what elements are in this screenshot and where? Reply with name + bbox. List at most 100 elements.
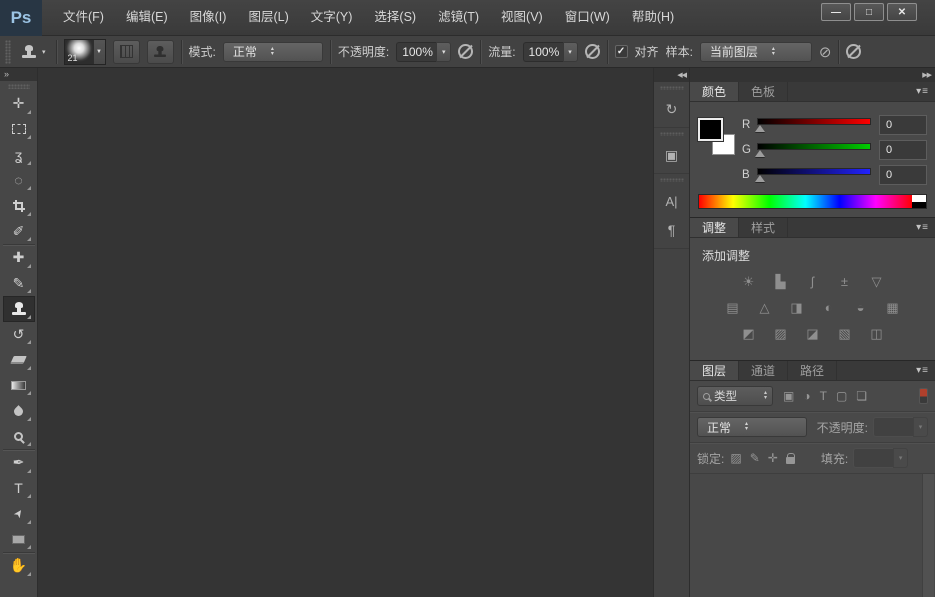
exposure-icon[interactable]: ±: [836, 274, 853, 289]
tab-paths[interactable]: 路径: [788, 361, 838, 380]
filter-image-icon[interactable]: ▣: [783, 389, 794, 403]
tab-adjustments[interactable]: 调整: [690, 218, 740, 237]
lock-transparent-pixels-icon[interactable]: ▨: [730, 451, 741, 465]
gradient-map-icon[interactable]: ▧: [836, 326, 853, 341]
opacity-dropdown-button[interactable]: [436, 41, 452, 62]
vibrance-icon[interactable]: ▽: [868, 274, 885, 289]
filter-smart-object-icon[interactable]: ❏: [856, 389, 867, 403]
photo-filter-icon[interactable]: ◐: [820, 300, 837, 315]
selective-color-icon[interactable]: ◫: [868, 326, 885, 341]
spot-healing-brush-tool[interactable]: ✚: [3, 245, 35, 271]
layers-scrollbar[interactable]: [922, 474, 934, 597]
rectangular-marquee-tool[interactable]: [3, 117, 35, 143]
panel-menu-icon[interactable]: ▾≡: [916, 82, 935, 101]
eraser-tool[interactable]: [3, 347, 35, 373]
layers-list[interactable]: [690, 474, 935, 597]
menu-window[interactable]: 窗口(W): [554, 0, 621, 35]
menu-filter[interactable]: 滤镜(T): [427, 0, 490, 35]
dodge-tool[interactable]: [3, 424, 35, 450]
type-tool[interactable]: T: [3, 476, 35, 502]
path-selection-tool[interactable]: ➤: [3, 501, 35, 527]
tab-swatches[interactable]: 色板: [739, 82, 789, 101]
invert-icon[interactable]: ◩: [740, 326, 757, 341]
maximize-button[interactable]: □: [854, 3, 884, 21]
flow-combo[interactable]: 100%: [522, 41, 578, 62]
sample-dropdown[interactable]: 当前图层: [699, 41, 812, 62]
slider-thumb[interactable]: [755, 124, 765, 132]
dock-grip[interactable]: [659, 86, 684, 90]
tab-color[interactable]: 颜色: [690, 82, 740, 101]
toggle-brush-panel-button[interactable]: [112, 39, 140, 64]
menu-image[interactable]: 图像(I): [179, 0, 238, 35]
hue-spectrum[interactable]: [699, 195, 912, 208]
dock-expand-button[interactable]: ◀◀: [654, 68, 689, 82]
color-spectrum-ramp[interactable]: [698, 194, 927, 209]
color-lookup-icon[interactable]: ▦: [884, 300, 901, 315]
character-panel-icon[interactable]: A|: [665, 191, 677, 211]
posterize-icon[interactable]: ▨: [772, 326, 789, 341]
pen-pressure-size-icon[interactable]: [846, 44, 862, 59]
aligned-checkbox[interactable]: ✓: [614, 45, 628, 58]
history-panel-icon[interactable]: ↻: [666, 99, 678, 119]
foreground-color-swatch[interactable]: [698, 118, 723, 141]
layer-blend-mode-dropdown[interactable]: 正常: [697, 417, 807, 437]
opacity-value[interactable]: 100%: [396, 41, 437, 62]
black-swatch[interactable]: [912, 201, 926, 208]
brush-tool[interactable]: ✎: [3, 271, 35, 297]
threshold-icon[interactable]: ◪: [804, 326, 821, 341]
color-balance-icon[interactable]: △: [756, 300, 773, 315]
toolbar-grip[interactable]: [7, 84, 30, 89]
menu-layer[interactable]: 图层(L): [237, 0, 299, 35]
layer-fill-value[interactable]: [853, 448, 894, 468]
tab-channels[interactable]: 通道: [739, 361, 789, 380]
panel-menu-icon[interactable]: ▾≡: [916, 361, 935, 380]
brush-preset-picker[interactable]: 21 ▼: [63, 38, 106, 65]
move-tool[interactable]: ✛: [3, 91, 35, 117]
lock-all-icon[interactable]: [785, 452, 795, 464]
layer-opacity-combo[interactable]: [873, 417, 928, 437]
lock-position-icon[interactable]: ✛: [768, 451, 778, 465]
menu-view[interactable]: 视图(V): [490, 0, 554, 35]
menu-type[interactable]: 文字(Y): [300, 0, 364, 35]
menu-help[interactable]: 帮助(H): [621, 0, 685, 35]
panel-menu-icon[interactable]: ▾≡: [916, 218, 935, 237]
opacity-combo[interactable]: 100%: [396, 41, 452, 62]
canvas-workspace[interactable]: [38, 68, 653, 597]
levels-icon[interactable]: ▙: [772, 274, 789, 289]
dock-grip[interactable]: [659, 178, 684, 182]
rectangle-tool[interactable]: [3, 527, 35, 553]
flow-value[interactable]: 100%: [522, 41, 563, 62]
chevron-down-icon[interactable]: ▼: [92, 39, 105, 64]
layer-fill-combo[interactable]: [853, 448, 909, 468]
channel-mixer-icon[interactable]: ◒: [852, 300, 869, 315]
blue-value-field[interactable]: 0: [879, 164, 927, 185]
brightness-contrast-icon[interactable]: ☀: [740, 274, 757, 289]
layer-opacity-value[interactable]: [873, 417, 913, 437]
layer-opacity-dropdown-button[interactable]: [913, 417, 928, 437]
toolbar-collapse-button[interactable]: »: [0, 68, 37, 81]
menu-file[interactable]: 文件(F): [52, 0, 115, 35]
red-value-field[interactable]: 0: [879, 114, 927, 135]
options-bar-grip[interactable]: [5, 39, 11, 64]
crop-tool[interactable]: [3, 193, 35, 219]
dock-collapse-button[interactable]: ▶▶: [690, 68, 935, 82]
menu-edit[interactable]: 编辑(E): [115, 0, 179, 35]
red-slider[interactable]: [755, 117, 871, 132]
tab-layers[interactable]: 图层: [690, 361, 740, 380]
history-brush-tool[interactable]: ↺: [3, 322, 35, 348]
gradient-tool[interactable]: [3, 373, 35, 399]
black-white-icon[interactable]: ◨: [788, 300, 805, 315]
pen-tool[interactable]: ✒: [3, 450, 35, 476]
flow-dropdown-button[interactable]: [562, 41, 578, 62]
close-button[interactable]: ✕: [887, 3, 917, 21]
layer-fill-dropdown-button[interactable]: [893, 448, 909, 468]
filter-adjustment-icon[interactable]: ◑: [803, 389, 810, 403]
ignore-adjustment-layers-icon[interactable]: ⊘: [819, 43, 832, 61]
airbrush-icon[interactable]: [584, 44, 600, 59]
blue-slider[interactable]: [755, 167, 871, 182]
blend-mode-dropdown[interactable]: 正常: [222, 41, 323, 62]
curves-icon[interactable]: ʃ: [804, 274, 821, 289]
lasso-tool[interactable]: ʓ: [3, 142, 35, 168]
green-value-field[interactable]: 0: [879, 139, 927, 160]
lock-image-pixels-icon[interactable]: ✎: [750, 451, 760, 465]
